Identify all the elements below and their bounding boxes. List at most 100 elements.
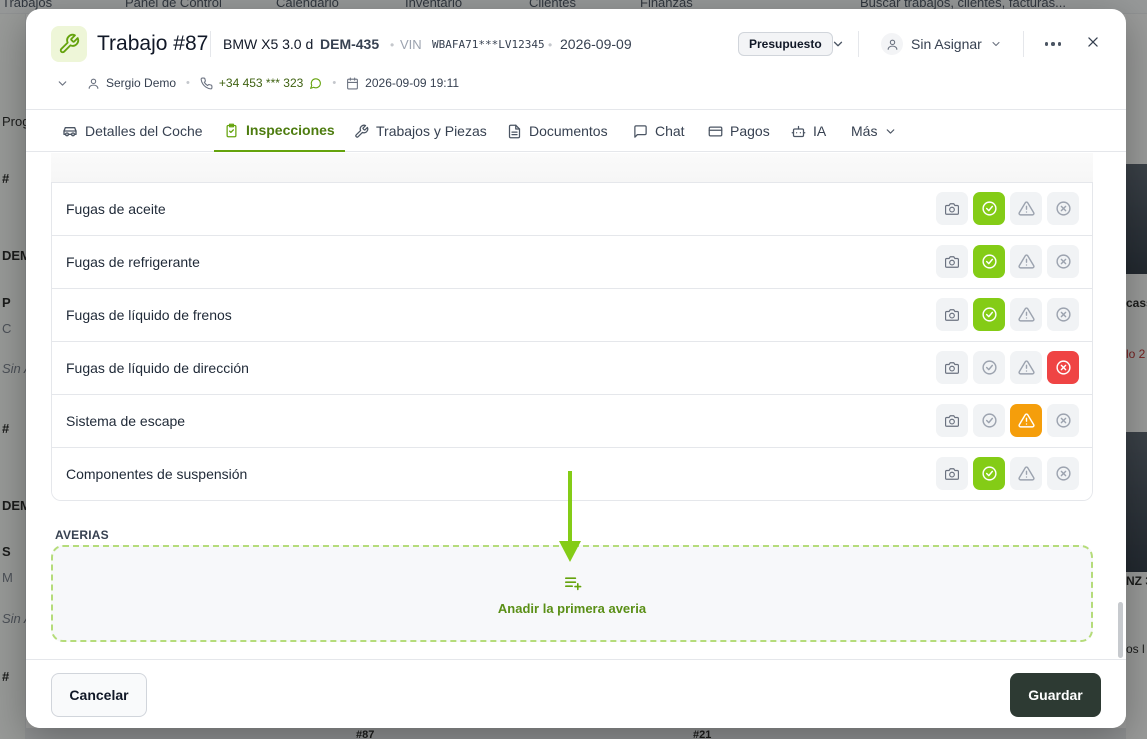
tab-detalles-del-coche[interactable]: Detalles del Coche xyxy=(52,110,213,152)
tab-label: Detalles del Coche xyxy=(85,123,203,139)
ok-button[interactable] xyxy=(973,404,1005,437)
warning-button[interactable] xyxy=(1010,457,1042,490)
assignee-selector[interactable]: Sin Asignar xyxy=(881,32,1002,56)
previous-section-edge xyxy=(51,153,1093,182)
inspection-item-name: Fugas de líquido de frenos xyxy=(66,307,232,323)
scrollbar-thumb[interactable] xyxy=(1118,602,1123,658)
warning-icon xyxy=(1017,360,1035,375)
check-circle-icon xyxy=(981,466,997,481)
close-button[interactable] xyxy=(1083,32,1103,52)
camera-icon xyxy=(945,414,959,427)
photo-button[interactable] xyxy=(936,192,968,225)
warning-button[interactable] xyxy=(1010,245,1042,278)
job-icon-badge xyxy=(51,26,87,62)
ok-button[interactable] xyxy=(973,351,1005,384)
x-circle-icon xyxy=(1055,360,1071,375)
photo-button[interactable] xyxy=(936,351,968,384)
phone-icon xyxy=(200,77,213,89)
job-meta-row: Sergio Demo • +34 453 *** 323 • 2026-09-… xyxy=(56,73,459,93)
datetime-info: 2026-09-09 19:11 xyxy=(346,76,459,90)
fail-button[interactable] xyxy=(1047,457,1079,490)
inspection-actions xyxy=(936,298,1079,331)
inspection-row: Fugas de aceite xyxy=(52,182,1092,235)
inspection-item-name: Componentes de suspensión xyxy=(66,466,248,482)
whatsapp-icon[interactable] xyxy=(309,77,322,90)
save-button[interactable]: Guardar xyxy=(1010,673,1101,717)
dot xyxy=(1051,42,1055,46)
photo-button[interactable] xyxy=(936,457,968,490)
phone-info[interactable]: +34 453 *** 323 xyxy=(200,76,322,90)
cancel-button[interactable]: Cancelar xyxy=(51,673,147,717)
tab-pagos[interactable]: Pagos xyxy=(698,110,780,152)
x-circle-icon xyxy=(1055,307,1071,322)
vin-value: WBAFA71***LV12345 xyxy=(432,38,545,51)
status-button[interactable]: Presupuesto xyxy=(738,32,833,56)
camera-icon xyxy=(945,255,959,268)
warning-button[interactable] xyxy=(1010,351,1042,384)
check-circle-icon xyxy=(981,413,997,428)
dot xyxy=(1044,42,1049,46)
ok-button[interactable] xyxy=(973,192,1005,225)
header-divider xyxy=(1023,31,1024,57)
credit-card-icon xyxy=(708,126,723,136)
check-circle-icon xyxy=(981,307,997,322)
tab-inspecciones[interactable]: Inspecciones xyxy=(214,110,345,152)
warning-icon xyxy=(1017,307,1035,322)
fail-button[interactable] xyxy=(1047,404,1079,437)
tab-documentos[interactable]: Documentos xyxy=(497,110,618,152)
photo-button[interactable] xyxy=(936,245,968,278)
inspection-item-name: Sistema de escape xyxy=(66,413,186,429)
tab-ia[interactable]: IA xyxy=(781,110,836,152)
car-icon xyxy=(63,127,77,137)
arrow-down-annotation-icon xyxy=(559,471,581,562)
chat-icon xyxy=(634,124,647,138)
tab-label: Trabajos y Piezas xyxy=(376,123,487,139)
job-date: 2026-09-09 xyxy=(560,36,632,52)
ok-button[interactable] xyxy=(973,298,1005,331)
ok-button[interactable] xyxy=(973,457,1005,490)
license-plate: DEM-435 xyxy=(320,36,380,52)
fail-button[interactable] xyxy=(1047,351,1079,384)
camera-icon xyxy=(945,308,959,321)
user-avatar-icon xyxy=(881,33,903,55)
ok-button[interactable] xyxy=(973,245,1005,278)
separator-dot: • xyxy=(548,38,553,52)
inspection-row: Fugas de líquido de dirección xyxy=(52,341,1092,394)
photo-button[interactable] xyxy=(936,404,968,437)
tab-chat[interactable]: Chat xyxy=(623,110,695,152)
inspection-content[interactable]: Fugas de aceite Fugas de refrigerante Fu… xyxy=(26,153,1126,659)
inspection-actions xyxy=(936,192,1079,225)
status-dropdown-toggle[interactable] xyxy=(829,35,847,53)
check-circle-icon xyxy=(981,254,997,269)
fail-button[interactable] xyxy=(1047,245,1079,278)
content-scrollbar[interactable] xyxy=(1117,180,1123,660)
fail-button[interactable] xyxy=(1047,192,1079,225)
collapse-toggle[interactable] xyxy=(56,77,69,90)
inspection-checklist: Fugas de aceite Fugas de refrigerante Fu… xyxy=(51,182,1093,501)
tab-mas[interactable]: Más xyxy=(841,110,907,152)
separator-dot: • xyxy=(390,38,395,52)
inspection-actions xyxy=(936,457,1079,490)
warning-button[interactable] xyxy=(1010,192,1042,225)
separator-dot: • xyxy=(332,77,337,89)
photo-button[interactable] xyxy=(936,298,968,331)
inspection-actions xyxy=(936,245,1079,278)
more-options-button[interactable] xyxy=(1041,34,1065,54)
calendar-icon xyxy=(347,77,359,89)
customer-info[interactable]: Sergio Demo xyxy=(87,76,176,90)
warning-button[interactable] xyxy=(1010,298,1042,331)
clipboard-check-icon xyxy=(226,123,237,137)
customer-name: Sergio Demo xyxy=(106,76,177,90)
tab-trabajos-y-piezas[interactable]: Trabajos y Piezas xyxy=(344,110,497,152)
chevron-down-icon xyxy=(58,80,67,86)
modal-footer: Cancelar Guardar xyxy=(26,659,1126,728)
phone-number: +34 453 *** 323 xyxy=(218,76,304,90)
wrench-icon xyxy=(355,124,369,138)
warning-button[interactable] xyxy=(1010,404,1042,437)
warning-icon xyxy=(1017,466,1035,481)
check-circle-icon xyxy=(981,201,997,216)
inspection-actions xyxy=(936,404,1079,437)
wrench-icon xyxy=(59,33,80,54)
fail-button[interactable] xyxy=(1047,298,1079,331)
inspection-row: Sistema de escape xyxy=(52,394,1092,447)
